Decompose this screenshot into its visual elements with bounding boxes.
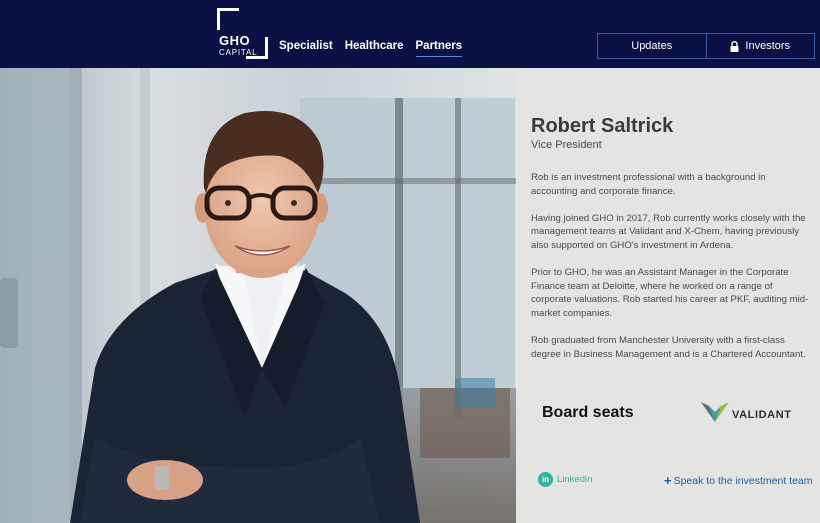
bio-paragraph: Having joined GHO in 2017, Rob currently… bbox=[531, 212, 806, 251]
main-nav: Specialist Healthcare Partners bbox=[279, 40, 463, 57]
updates-label: Updates bbox=[631, 40, 673, 52]
speak-to-team-label: Speak to the investment team bbox=[673, 475, 813, 487]
board-seats-heading: Board seats bbox=[542, 404, 634, 421]
logo-frame-corner bbox=[217, 8, 239, 30]
nav-specialist[interactable]: Specialist bbox=[279, 40, 333, 57]
investors-label: Investors bbox=[745, 40, 791, 52]
bio-paragraph: Prior to GHO, he was an Assistant Manage… bbox=[531, 267, 809, 319]
bio-paragraph: Rob is an investment professional with a… bbox=[531, 172, 766, 197]
gho-capital-logo[interactable]: GHO CAPITAL bbox=[217, 8, 268, 59]
bio-paragraph: Rob graduated from Manchester University… bbox=[531, 335, 806, 360]
investors-button[interactable]: Investors bbox=[705, 34, 815, 58]
nav-partners[interactable]: Partners bbox=[415, 40, 463, 57]
linkedin-label: Linkedin bbox=[557, 474, 593, 485]
validant-logo-link[interactable]: VALIDANT bbox=[701, 402, 792, 427]
logo-text-gho: GHO bbox=[219, 33, 251, 48]
bio-panel: Robert Saltrick Vice President Rob is an… bbox=[516, 68, 820, 523]
profile-title: Vice President bbox=[531, 139, 602, 151]
lock-icon bbox=[730, 40, 739, 52]
linkedin-link[interactable]: in Linkedin bbox=[538, 472, 592, 487]
nav-healthcare[interactable]: Healthcare bbox=[345, 40, 404, 57]
validant-name: VALIDANT bbox=[732, 408, 792, 421]
profile-photo bbox=[0, 68, 516, 523]
updates-button[interactable]: Updates bbox=[598, 34, 706, 58]
validant-logo-icon bbox=[701, 402, 729, 427]
plus-icon: + bbox=[664, 473, 672, 488]
logo-text-capital: CAPITAL bbox=[219, 48, 258, 57]
linkedin-icon: in bbox=[538, 472, 553, 487]
profile-name: Robert Saltrick bbox=[531, 115, 674, 137]
bio-text: Rob is an investment professional with a… bbox=[531, 171, 813, 375]
site-header: GHO CAPITAL Specialist Healthcare Partne… bbox=[0, 0, 820, 68]
speak-to-team-link[interactable]: + Speak to the investment team bbox=[664, 473, 813, 488]
header-button-group: Updates Investors bbox=[597, 33, 815, 59]
